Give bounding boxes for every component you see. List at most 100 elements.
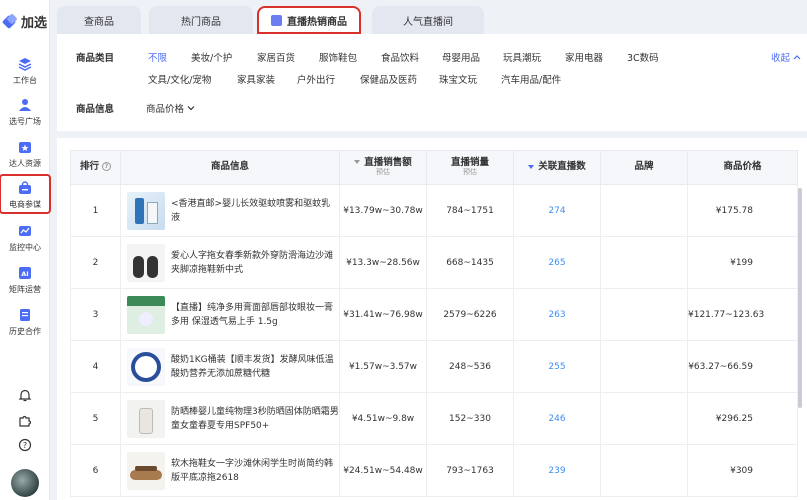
category-option[interactable]: 保健品及医药 — [360, 72, 417, 86]
product-thumbnail[interactable] — [127, 243, 165, 282]
product-thumbnail[interactable] — [127, 295, 165, 334]
product-thumbnail[interactable] — [127, 451, 165, 490]
tab-popular-live-rooms[interactable]: 人气直播间 — [372, 6, 484, 34]
sales-amount-cell: ¥13.79w~30.78w — [339, 184, 427, 237]
product-thumbnail[interactable] — [127, 399, 165, 438]
notifications-button[interactable] — [17, 387, 33, 403]
product-cell[interactable]: 软木拖鞋女一字沙滩休闲学生时尚简约韩版平底凉拖2618 — [120, 444, 340, 497]
table-row[interactable]: 2 爱心人字拖女春季新款外穿防滑海边沙滩夹脚凉拖鞋新中式 ¥13.3w~28.5… — [70, 236, 798, 289]
related-lives-link[interactable]: 246 — [513, 392, 601, 445]
related-lives-link[interactable]: 265 — [513, 236, 601, 289]
price-cell: ¥296.25 — [687, 392, 798, 445]
category-option[interactable]: 文具/文化/宠物 — [148, 72, 211, 86]
product-name: 【直播】纯净多用膏面部唇部妆眼妆一膏多用 保湿透气易上手 1.5g — [171, 302, 334, 327]
sidebar-item-accounts[interactable]: 选号广场 — [0, 96, 50, 134]
sort-icon — [354, 160, 361, 165]
sidebar-item-monitor[interactable]: 监控中心 — [0, 222, 50, 260]
sidebar-item-label: 监控中心 — [9, 243, 41, 252]
related-lives-link[interactable]: 274 — [513, 184, 601, 237]
tab-hot-products[interactable]: 热门商品 — [149, 6, 253, 34]
sales-amount-cell: ¥4.51w~9.8w — [339, 392, 427, 445]
product-thumbnail[interactable] — [127, 191, 165, 230]
category-option[interactable]: 食品饮料 — [381, 50, 419, 64]
table-row[interactable]: 5 防晒棒婴儿童纯物理3秒防晒固体防晒霜男童女童春夏专用SPF50+ ¥4.51… — [70, 392, 798, 445]
star-folder-icon — [19, 142, 31, 153]
rank-cell: 4 — [70, 340, 121, 393]
col-info-label: 商品信息 — [210, 161, 249, 173]
category-option[interactable]: 服饰鞋包 — [319, 50, 357, 64]
help-button[interactable]: ? — [17, 437, 33, 453]
related-lives-link[interactable]: 239 — [513, 444, 601, 497]
category-option[interactable]: 美妆/个护 — [191, 50, 232, 64]
product-cell[interactable]: 防晒棒婴儿童纯物理3秒防晒固体防晒霜男童女童春夏专用SPF50+ — [120, 392, 340, 445]
category-option[interactable]: 不限 — [148, 50, 167, 64]
sidebar-item-label: 历史合作 — [9, 327, 41, 336]
brand-cell — [600, 236, 688, 289]
plugins-button[interactable] — [17, 413, 33, 429]
chevron-up-icon — [793, 55, 801, 60]
table-row[interactable]: 3 【直播】纯净多用膏面部唇部妆眼妆一膏多用 保湿透气易上手 1.5g ¥31.… — [70, 288, 798, 341]
category-option[interactable]: 家居百货 — [257, 50, 295, 64]
col-sales-volume[interactable]: 直播销量 预估 — [426, 150, 514, 185]
person-icon — [19, 99, 31, 111]
category-label: 商品类目 — [76, 53, 115, 64]
category-option[interactable]: 户外出行 — [297, 72, 335, 86]
product-cell[interactable]: 【直播】纯净多用膏面部唇部妆眼妆一膏多用 保湿透气易上手 1.5g — [120, 288, 340, 341]
category-option[interactable]: 家具家装 — [237, 72, 275, 86]
rank-cell: 2 — [70, 236, 121, 289]
col-price-label: 商品价格 — [723, 161, 762, 173]
category-option[interactable]: 汽车用品/配件 — [501, 72, 561, 86]
table-row[interactable]: 4 酸奶1KG桶装【顺丰发货】发酵风味低温酸奶营养无添加蔗糖代糖 ¥1.57w~… — [70, 340, 798, 393]
col-sales-amount[interactable]: 直播销售额 预估 — [339, 150, 427, 185]
logo[interactable]: 加选 — [4, 10, 47, 32]
tab-live-hot-products[interactable]: 直播热销商品 — [257, 6, 361, 34]
category-option[interactable]: 3C数码 — [627, 50, 659, 64]
category-option[interactable]: 母婴用品 — [442, 50, 480, 64]
table-row[interactable]: 1 <香港直邮>婴儿长效驱蚊喷雾和驱蚊乳液 ¥13.79w~30.78w 784… — [70, 184, 798, 237]
col-brand-label: 品牌 — [634, 161, 654, 173]
product-cell[interactable]: 爱心人字拖女春季新款外穿防滑海边沙滩夹脚凉拖鞋新中式 — [120, 236, 340, 289]
col-volume-sub: 预估 — [463, 168, 477, 177]
sales-amount-cell: ¥24.51w~54.48w — [339, 444, 427, 497]
table-row[interactable]: 6 软木拖鞋女一字沙滩休闲学生时尚简约韩版平底凉拖2618 ¥24.51w~54… — [70, 444, 798, 497]
sales-volume-cell: 793~1763 — [426, 444, 514, 497]
sidebar-item-label: 选号广场 — [9, 117, 41, 126]
bell-icon — [18, 389, 32, 402]
sidebar-item-matrix-ops[interactable]: AI 矩阵运营 — [0, 264, 50, 302]
sales-volume-cell: 2579~6226 — [426, 288, 514, 341]
price-cell: ¥309 — [687, 444, 798, 497]
sidebar-item-influencers[interactable]: 达人资源 — [0, 138, 50, 176]
collapse-toggle[interactable]: 收起 — [771, 50, 801, 64]
brand-cell — [600, 288, 688, 341]
related-lives-link[interactable]: 263 — [513, 288, 601, 341]
product-cell[interactable]: 酸奶1KG桶装【顺丰发货】发酵风味低温酸奶营养无添加蔗糖代糖 — [120, 340, 340, 393]
price-cell: ¥175.78 — [687, 184, 798, 237]
related-lives-link[interactable]: 255 — [513, 340, 601, 393]
price-dropdown-label: 商品价格 — [146, 104, 185, 115]
help-icon[interactable]: ? — [102, 162, 111, 172]
category-option[interactable]: 玩具潮玩 — [503, 50, 541, 64]
app-root: 加选 工作台 选号广场 达人资源 电商参谋 监控中心 AI 矩阵运营 历史合作 — [0, 0, 807, 500]
sales-amount-cell: ¥13.3w~28.56w — [339, 236, 427, 289]
brand-cell — [600, 392, 688, 445]
table-scrollbar[interactable] — [798, 188, 802, 408]
product-cell[interactable]: <香港直邮>婴儿长效驱蚊喷雾和驱蚊乳液 — [120, 184, 340, 237]
price-dropdown[interactable]: 商品价格 — [146, 101, 195, 115]
col-amount-label: 直播销售额 — [364, 156, 412, 168]
category-option[interactable]: 珠宝文玩 — [439, 72, 477, 86]
col-price: 商品价格 — [687, 150, 798, 185]
category-option[interactable]: 家用电器 — [565, 50, 603, 64]
sidebar-item-workbench[interactable]: 工作台 — [0, 55, 50, 93]
sidebar-item-history[interactable]: 历史合作 — [0, 306, 50, 344]
tab-search-products[interactable]: 查商品 — [57, 6, 141, 34]
avatar[interactable] — [11, 469, 39, 497]
sales-volume-cell: 248~536 — [426, 340, 514, 393]
sales-volume-cell: 784~1751 — [426, 184, 514, 237]
history-doc-icon — [20, 309, 30, 321]
col-related-label: 关联直播数 — [538, 161, 586, 173]
product-name: 软木拖鞋女一字沙滩休闲学生时尚简约韩版平底凉拖2618 — [171, 458, 334, 483]
sidebar-item-ecommerce-advisor[interactable]: 电商参谋 — [0, 174, 51, 214]
col-related-lives[interactable]: 关联直播数 — [513, 150, 601, 185]
col-rank-label: 排行 — [79, 161, 99, 173]
product-thumbnail[interactable] — [127, 347, 165, 386]
